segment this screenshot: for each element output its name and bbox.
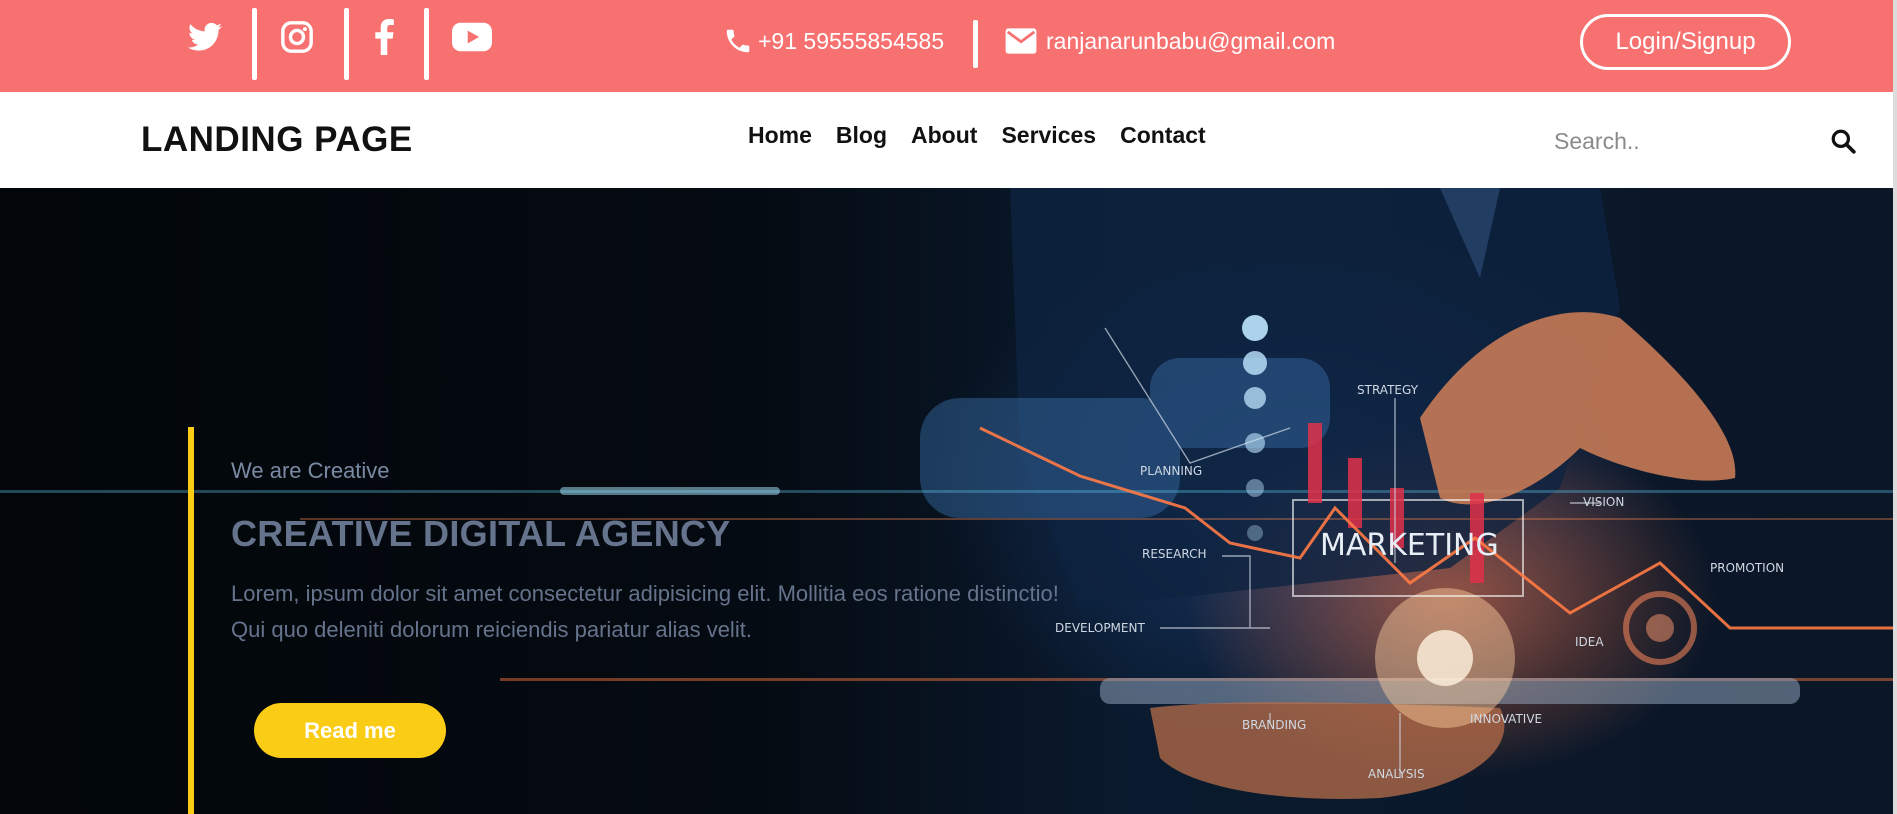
- image-label-vision: VISION: [1583, 495, 1624, 509]
- mail-icon: [1005, 28, 1037, 54]
- image-label-innovative: INNOVATIVE: [1470, 712, 1542, 726]
- search-input[interactable]: [1552, 120, 1816, 162]
- nav-link-contact[interactable]: Contact: [1120, 122, 1206, 149]
- instagram-icon[interactable]: [274, 14, 320, 60]
- social-divider: [424, 8, 429, 80]
- image-label-idea: IDEA: [1575, 635, 1604, 649]
- facebook-icon[interactable]: [361, 14, 407, 60]
- hero-tagline: We are Creative: [231, 458, 390, 483]
- hero-accent-bar: [188, 427, 194, 814]
- phone-number[interactable]: +91 59555854585: [758, 28, 944, 55]
- youtube-icon[interactable]: [449, 14, 495, 60]
- nav-bar: LANDING PAGE Home Blog About Services Co…: [0, 92, 1893, 188]
- nav-link-blog[interactable]: Blog: [836, 122, 887, 149]
- twitter-icon[interactable]: [182, 14, 228, 60]
- login-signup-button[interactable]: Login/Signup: [1580, 14, 1791, 70]
- social-divider: [252, 8, 257, 80]
- image-label-analysis: ANALYSIS: [1368, 767, 1425, 781]
- contact-divider: [973, 20, 978, 68]
- image-label-strategy: STRATEGY: [1357, 383, 1419, 397]
- phone-icon: [726, 29, 750, 53]
- nav-link-home[interactable]: Home: [748, 122, 812, 149]
- hero-section: STRATEGY PLANNING RESEARCH DEVELOPMENT M…: [0, 188, 1893, 814]
- hero-title: CREATIVE DIGITAL AGENCY: [231, 513, 731, 554]
- page-scrollbar[interactable]: [1893, 0, 1897, 814]
- image-label-development: DEVELOPMENT: [1055, 621, 1145, 635]
- read-me-button[interactable]: Read me: [254, 703, 446, 758]
- phone-contact: +91 59555854585: [722, 0, 944, 82]
- email-contact: ranjanarunbabu@gmail.com: [1004, 0, 1335, 82]
- image-label-branding: BRANDING: [1242, 718, 1306, 732]
- image-label-marketing: MARKETING: [1320, 528, 1499, 563]
- top-bar: +91 59555854585 ranjanarunbabu@gmail.com…: [0, 0, 1893, 92]
- image-label-research: RESEARCH: [1142, 547, 1206, 561]
- image-label-promotion: PROMOTION: [1710, 561, 1784, 575]
- email-address[interactable]: ranjanarunbabu@gmail.com: [1046, 28, 1335, 55]
- main-nav: Home Blog About Services Contact: [748, 122, 1206, 149]
- landing-page: +91 59555854585 ranjanarunbabu@gmail.com…: [0, 0, 1893, 814]
- social-divider: [344, 8, 349, 80]
- search-icon[interactable]: [1830, 128, 1860, 158]
- brand-logo[interactable]: LANDING PAGE: [141, 120, 413, 160]
- nav-link-services[interactable]: Services: [1001, 122, 1096, 149]
- nav-link-about[interactable]: About: [911, 122, 977, 149]
- image-label-planning: PLANNING: [1140, 464, 1202, 478]
- hero-description: Lorem, ipsum dolor sit amet consectetur …: [231, 581, 1059, 642]
